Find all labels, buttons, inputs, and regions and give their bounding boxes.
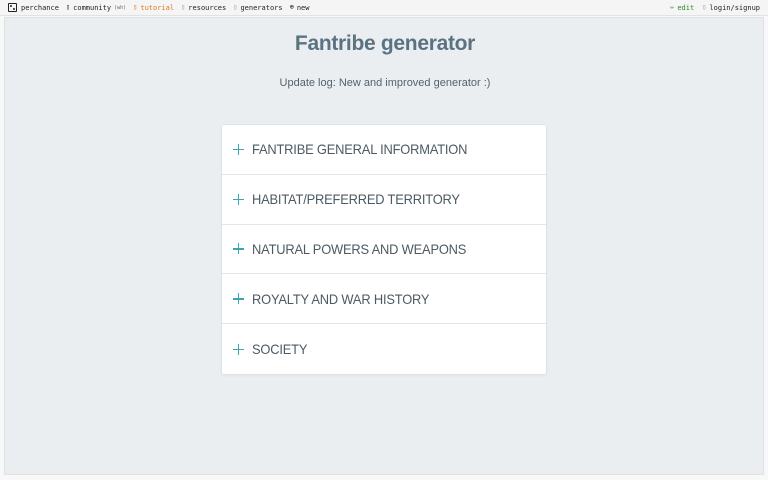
topbar-left: perchance ▯ community (wh) ▯ tutorial ▯ … [8, 0, 316, 16]
tutorial-icon: ▯ [133, 3, 138, 11]
plus-icon [233, 243, 244, 255]
tutorial-label: tutorial [140, 3, 175, 12]
login-label: login/signup [709, 3, 760, 12]
accordion-item-society[interactable]: SOCIETY [222, 324, 546, 374]
accordion-item-general-information[interactable]: FANTRIBE GENERAL INFORMATION [222, 125, 546, 175]
new-link[interactable]: ⊕ new [290, 4, 310, 12]
brand-link[interactable]: perchance [8, 3, 59, 12]
brand-label: perchance [21, 3, 59, 12]
accordion-item-natural-powers[interactable]: NATURAL POWERS AND WEAPONS [222, 225, 546, 275]
plus-circle-icon: ⊕ [289, 3, 294, 11]
plus-icon [233, 193, 244, 205]
generators-label: generators [240, 3, 283, 12]
update-log: Update log: New and improved generator :… [279, 77, 491, 89]
resources-icon: ▯ [181, 3, 186, 11]
topbar-right: ✏ edit ▯ login/signup [662, 0, 760, 16]
generator-panel: Fantribe generator Update log: New and i… [4, 17, 764, 475]
login-link[interactable]: ▯ login/signup [702, 4, 760, 12]
accordion-item-label: SOCIETY [252, 341, 308, 358]
resources-label: resources [188, 3, 227, 12]
pencil-icon: ✏ [670, 3, 675, 11]
community-icon: ▯ [65, 3, 71, 11]
generators-link[interactable]: ▯ generators [233, 4, 282, 12]
top-navigation-bar: perchance ▯ community (wh) ▯ tutorial ▯ … [0, 0, 768, 16]
accordion-item-label: NATURAL POWERS AND WEAPONS [252, 240, 467, 257]
community-label: community [73, 3, 112, 12]
community-tag: (wh) [114, 4, 127, 11]
new-label: new [296, 3, 310, 12]
plus-icon [233, 343, 244, 355]
tutorial-link[interactable]: ▯ tutorial [133, 4, 174, 12]
edit-label: edit [677, 3, 695, 12]
plus-icon [233, 293, 244, 305]
dice-icon [8, 3, 17, 12]
community-link[interactable]: ▯ community (wh) [66, 4, 126, 12]
page-title: Fantribe generator [294, 32, 476, 55]
accordion-item-label: HABITAT/PREFERRED TERRITORY [252, 191, 460, 208]
accordion-item-royalty-war-history[interactable]: ROYALTY AND WAR HISTORY [222, 274, 546, 325]
accordion-item-habitat[interactable]: HABITAT/PREFERRED TERRITORY [222, 175, 546, 225]
generators-icon: ▯ [233, 3, 238, 11]
edit-link[interactable]: ✏ edit [670, 4, 694, 12]
plus-icon [233, 143, 244, 155]
section-accordion: FANTRIBE GENERAL INFORMATION HABITAT/PRE… [221, 124, 547, 375]
user-icon: ▯ [702, 3, 707, 11]
accordion-item-label: FANTRIBE GENERAL INFORMATION [252, 141, 468, 158]
resources-link[interactable]: ▯ resources [181, 4, 226, 12]
accordion-item-label: ROYALTY AND WAR HISTORY [252, 290, 430, 307]
